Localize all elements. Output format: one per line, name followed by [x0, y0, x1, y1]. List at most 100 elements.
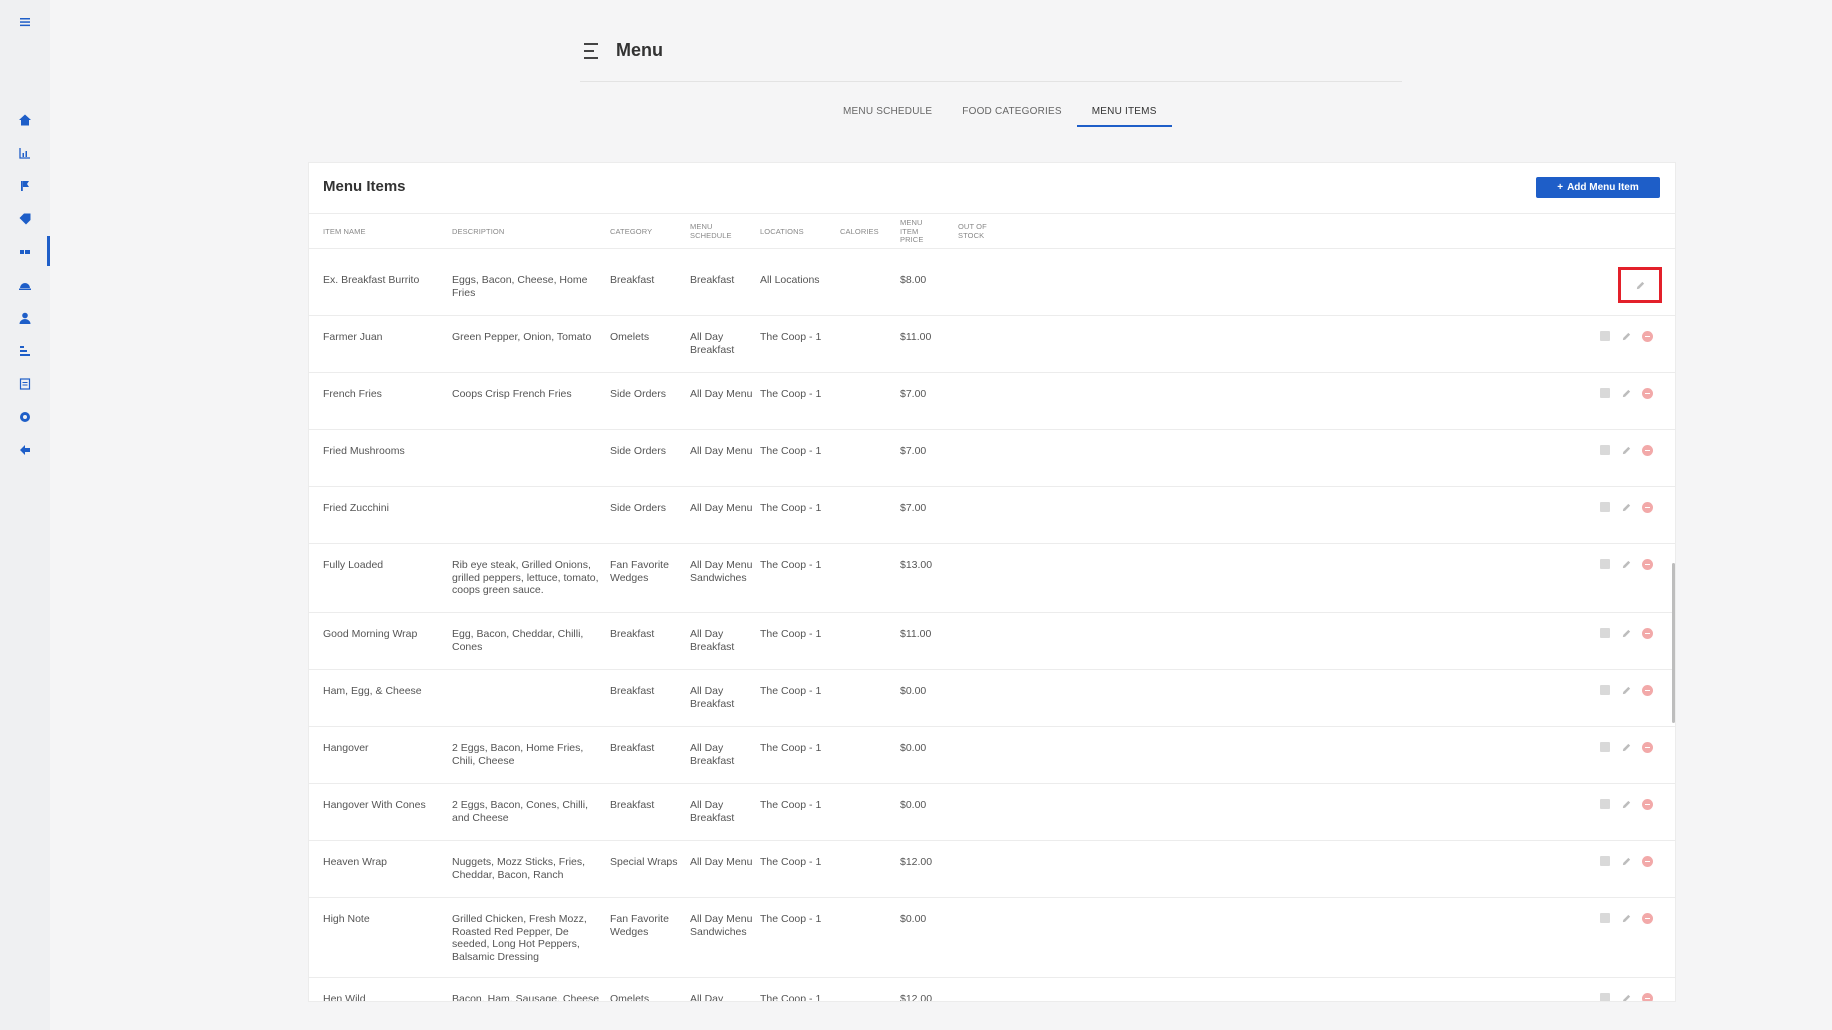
page-title: Menu: [616, 40, 663, 60]
table-row: Ex. Breakfast Burrito Eggs, Bacon, Chees…: [309, 259, 1675, 316]
delete-icon[interactable]: [1641, 992, 1653, 1001]
tab-food-categories[interactable]: FOOD CATEGORIES: [947, 101, 1077, 127]
table-row: Fried Zucchini Side Orders All Day Menu …: [309, 487, 1675, 544]
pencil-icon[interactable]: [1620, 627, 1632, 639]
page-header: Menu: [580, 36, 1402, 82]
user-icon[interactable]: [0, 306, 50, 330]
delete-icon[interactable]: [1641, 798, 1653, 810]
item-category: Breakfast: [610, 628, 655, 640]
stock-toggle-icon[interactable]: [1599, 627, 1611, 639]
item-category: Breakfast: [610, 685, 655, 697]
item-price: $7.00: [900, 388, 927, 400]
item-category: Side Orders: [610, 388, 667, 400]
pencil-icon[interactable]: [1620, 444, 1632, 456]
table-row: Heaven Wrap Nuggets, Mozz Sticks, Fries,…: [309, 841, 1675, 898]
header-menu-schedule[interactable]: MENU SCHEDULE: [690, 214, 732, 250]
stock-toggle-icon[interactable]: [1599, 330, 1611, 342]
item-locations: The Coop - 1: [760, 445, 822, 457]
pencil-icon[interactable]: [1620, 387, 1632, 399]
row-actions: [1599, 330, 1653, 342]
item-price: $0.00: [900, 799, 927, 811]
cloche-icon[interactable]: [0, 273, 50, 297]
stock-toggle-icon[interactable]: [1599, 684, 1611, 696]
item-name: Heaven Wrap: [323, 856, 388, 868]
stock-toggle-icon[interactable]: [1599, 387, 1611, 399]
delete-icon[interactable]: [1641, 855, 1653, 867]
tag-icon[interactable]: [0, 207, 50, 231]
item-description: 2 Eggs, Bacon, Cones, Chilli, and Cheese: [452, 799, 588, 824]
item-locations: The Coop - 1: [760, 685, 822, 697]
stock-toggle-icon[interactable]: [1599, 992, 1611, 1001]
pencil-icon[interactable]: [1620, 501, 1632, 513]
tab-menu-items[interactable]: MENU ITEMS: [1076, 101, 1172, 127]
table-row: Farmer Juan Green Pepper, Onion, Tomato …: [309, 316, 1675, 373]
back-arrow-icon[interactable]: [0, 438, 50, 462]
header-category[interactable]: CATEGORY: [610, 214, 680, 250]
pencil-icon[interactable]: [1634, 279, 1646, 291]
table-scrollbar[interactable]: [1672, 563, 1675, 723]
chart-icon[interactable]: [0, 141, 50, 165]
flag-icon[interactable]: [0, 174, 50, 198]
header-description[interactable]: DESCRIPTION: [452, 214, 572, 250]
item-schedule: All Day Breakfast: [690, 628, 735, 653]
header-calories[interactable]: CALORIES: [840, 214, 890, 250]
delete-icon[interactable]: [1641, 558, 1653, 570]
table-row: Fully Loaded Rib eye steak, Grilled Onio…: [309, 544, 1675, 613]
delete-icon[interactable]: [1641, 684, 1653, 696]
header-item-name[interactable]: ITEM NAME: [323, 214, 423, 250]
item-price: $7.00: [900, 445, 927, 457]
pencil-icon[interactable]: [1620, 330, 1632, 342]
pencil-icon[interactable]: [1620, 741, 1632, 753]
stock-toggle-icon[interactable]: [1599, 855, 1611, 867]
plus-icon: +: [1557, 182, 1564, 193]
header-menu-item-price[interactable]: MENU ITEM PRICE: [900, 214, 928, 250]
header-locations[interactable]: LOCATIONS: [760, 214, 830, 250]
delete-icon[interactable]: [1641, 444, 1653, 456]
stock-toggle-icon[interactable]: [1599, 444, 1611, 456]
delete-icon[interactable]: [1641, 330, 1653, 342]
pencil-icon[interactable]: [1620, 912, 1632, 924]
pencil-icon[interactable]: [1620, 684, 1632, 696]
item-schedule: All Day Breakfast: [690, 331, 735, 356]
item-name: French Fries: [323, 388, 382, 400]
stock-toggle-icon[interactable]: [1599, 798, 1611, 810]
pencil-icon[interactable]: [1620, 992, 1632, 1001]
stock-toggle-icon[interactable]: [1599, 558, 1611, 570]
add-menu-item-button[interactable]: + Add Menu Item: [1536, 177, 1660, 198]
table-row: Ham, Egg, & Cheese Breakfast All Day Bre…: [309, 670, 1675, 727]
delete-icon[interactable]: [1641, 501, 1653, 513]
item-locations: The Coop - 1: [760, 388, 822, 400]
list-icon[interactable]: [0, 240, 50, 264]
item-price: $0.00: [900, 742, 927, 754]
stock-toggle-icon[interactable]: [1599, 501, 1611, 513]
list-sort-icon[interactable]: [0, 339, 50, 363]
item-name: Fried Mushrooms: [323, 445, 405, 457]
delete-icon[interactable]: [1641, 627, 1653, 639]
item-category: Breakfast: [610, 274, 655, 286]
pencil-icon[interactable]: [1620, 798, 1632, 810]
edit-highlight-box: [1618, 267, 1662, 303]
pencil-icon[interactable]: [1620, 558, 1632, 570]
item-price: $7.00: [900, 502, 927, 514]
hamburger-menu-icon[interactable]: [0, 10, 50, 34]
delete-icon[interactable]: [1641, 741, 1653, 753]
delete-icon[interactable]: [1641, 912, 1653, 924]
item-category: Side Orders: [610, 502, 667, 514]
item-description: Rib eye steak, Grilled Onions, grilled p…: [452, 559, 599, 596]
pencil-icon[interactable]: [1620, 855, 1632, 867]
document-icon[interactable]: [0, 372, 50, 396]
row-actions: [1599, 912, 1653, 924]
item-category: Omelets: [610, 331, 650, 343]
header-out-of-stock[interactable]: OUT OF STOCK: [958, 214, 992, 250]
home-icon[interactable]: [0, 108, 50, 132]
table-row: French Fries Coops Crisp French Fries Si…: [309, 373, 1675, 430]
gear-icon[interactable]: [0, 405, 50, 429]
tab-menu-schedule[interactable]: MENU SCHEDULE: [828, 101, 947, 127]
delete-icon[interactable]: [1641, 387, 1653, 399]
stock-toggle-icon[interactable]: [1599, 912, 1611, 924]
item-schedule: All Day Menu Sandwiches: [690, 913, 753, 938]
row-actions: [1599, 387, 1653, 399]
stock-toggle-icon[interactable]: [1599, 741, 1611, 753]
item-category: Fan Favorite Wedges: [610, 913, 669, 938]
menu-toggle-icon[interactable]: [584, 43, 602, 59]
